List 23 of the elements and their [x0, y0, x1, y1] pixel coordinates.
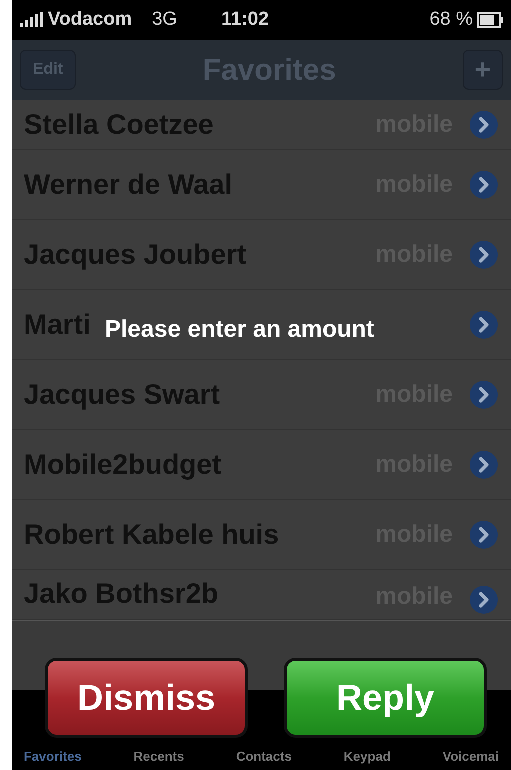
chevron-circle-icon[interactable] — [469, 520, 499, 550]
tab-bar-item[interactable]: Contacts — [236, 746, 292, 766]
clock: 11:02 — [221, 8, 270, 32]
alert-message: Please enter an amount — [105, 315, 374, 345]
chevron-circle-icon[interactable] — [469, 110, 499, 140]
chevron-circle-icon[interactable] — [469, 585, 499, 615]
chevron-circle-icon[interactable] — [469, 310, 499, 340]
chevron-circle-icon[interactable] — [469, 380, 499, 410]
signal-icon — [20, 12, 44, 28]
tab-bar-item[interactable]: Keypad — [344, 746, 391, 766]
add-button[interactable]: + — [462, 50, 503, 90]
chevron-circle-icon[interactable] — [469, 450, 499, 480]
dismiss-button[interactable]: Dismiss — [45, 658, 248, 738]
tab-bar-item[interactable]: Voicemai — [442, 746, 499, 766]
tab-bar-item[interactable]: Favorites — [24, 746, 82, 766]
network-type: 3G — [152, 8, 178, 32]
tab-bar-item[interactable]: Recents — [134, 746, 184, 766]
chevron-circle-icon[interactable] — [469, 240, 499, 270]
reply-button[interactable]: Reply — [284, 658, 487, 738]
battery-percent: 68 % — [430, 8, 473, 32]
carrier-name: Vodacom — [48, 8, 132, 32]
chevron-circle-icon[interactable] — [469, 170, 499, 200]
battery-icon — [477, 12, 503, 28]
